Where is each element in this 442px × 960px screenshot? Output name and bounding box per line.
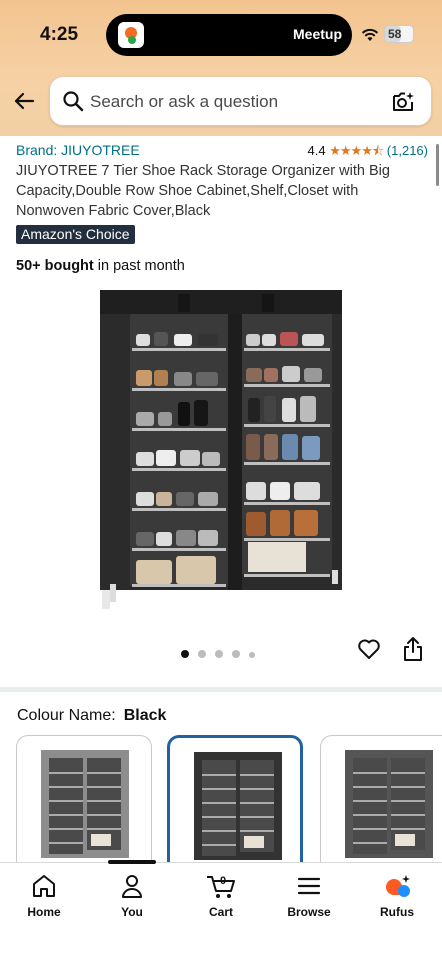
wifi-icon	[361, 28, 379, 41]
status-time: 4:25	[40, 24, 79, 45]
bottom-nav: Home You 0 Cart Browse Rufus	[0, 860, 442, 960]
nav-cart[interactable]: 0 Cart	[186, 873, 256, 933]
brand-link[interactable]: Brand: JIUYOTREE	[16, 142, 140, 158]
search-input[interactable]	[90, 87, 380, 117]
user-icon	[122, 875, 142, 898]
carousel-dot[interactable]	[232, 650, 240, 658]
dynamic-island[interactable]: Meetup	[106, 14, 352, 56]
product-title: JIUYOTREE 7 Tier Shoe Rack Storage Organ…	[16, 163, 390, 219]
search-bar[interactable]	[49, 76, 432, 126]
swatch-image	[41, 750, 129, 858]
nav-rufus[interactable]: Rufus	[362, 873, 432, 933]
nav-rufus-label: Rufus	[380, 905, 414, 919]
header: 4:25 Meetup 58	[0, 0, 442, 136]
carousel-dot[interactable]	[215, 650, 223, 658]
search-icon	[63, 91, 84, 112]
rating-count[interactable]: (1,216)	[387, 143, 428, 158]
colour-swatch-grey[interactable]	[16, 735, 152, 875]
menu-icon	[297, 877, 321, 895]
nav-browse[interactable]: Browse	[274, 873, 344, 933]
carousel-dot[interactable]	[249, 652, 255, 658]
heart-icon[interactable]	[357, 637, 381, 661]
back-arrow-icon[interactable]	[12, 89, 36, 113]
purchase-count-bold: 50+ bought	[16, 258, 94, 274]
home-icon	[33, 875, 55, 897]
nav-home-label: Home	[27, 905, 61, 919]
active-tab-indicator	[108, 860, 156, 864]
nav-home[interactable]: Home	[9, 873, 79, 933]
app-icon	[118, 22, 144, 48]
nav-you-label: You	[121, 905, 143, 919]
colour-label-text: Colour Name:	[17, 707, 116, 724]
swatch-image	[345, 750, 433, 858]
battery-level: 58	[388, 27, 402, 41]
product-image[interactable]	[92, 284, 350, 609]
section-divider	[0, 687, 442, 692]
battery-icon: 58	[384, 25, 414, 43]
status-bar: 4:25 Meetup 58	[0, 0, 442, 64]
purchase-count: 50+ bought in past month	[16, 258, 185, 274]
swatch-image	[194, 752, 282, 860]
carousel-dot[interactable]	[198, 650, 206, 658]
colour-swatch-black[interactable]	[167, 735, 303, 875]
cart-icon: 0	[207, 875, 235, 898]
purchase-count-rest: in past month	[93, 258, 185, 274]
camera-search-icon[interactable]	[391, 90, 415, 114]
carousel-dot[interactable]	[181, 650, 189, 658]
nav-you[interactable]: You	[97, 873, 167, 933]
live-activity-label: Meetup	[293, 26, 342, 42]
amazons-choice-badge[interactable]: Amazon's Choice	[16, 225, 135, 244]
brand-rating-row: Brand: JIUYOTREE 4.4 ★★★★⯪ (1,216)	[16, 142, 428, 160]
image-carousel-dots[interactable]	[181, 645, 264, 658]
colour-swatch-dark-grey[interactable]	[320, 735, 442, 875]
selected-colour: Black	[123, 707, 167, 724]
share-icon[interactable]	[402, 636, 424, 662]
star-rating-icon: ★★★★⯪	[329, 143, 384, 158]
scrollbar[interactable]	[436, 144, 439, 186]
nav-cart-label: Cart	[208, 905, 233, 919]
rufus-icon	[386, 875, 410, 897]
cart-count: 0	[220, 875, 226, 887]
rating-value: 4.4	[307, 143, 326, 158]
colour-name-label: Colour Name: Black	[17, 707, 166, 725]
nav-browse-label: Browse	[287, 905, 331, 919]
